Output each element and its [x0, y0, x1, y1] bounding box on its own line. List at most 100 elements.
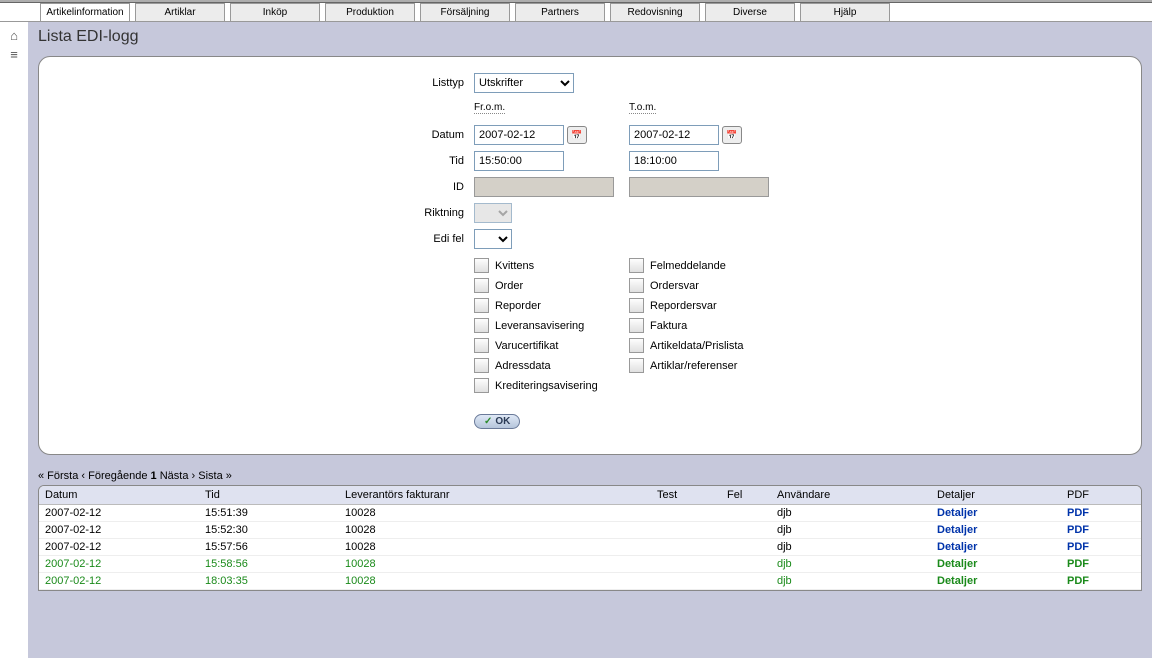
detaljer-link[interactable]: Detaljer	[931, 556, 1061, 573]
cell-fel	[721, 556, 771, 573]
cell-test	[651, 522, 721, 539]
cell-fel	[721, 522, 771, 539]
cell-fel	[721, 505, 771, 522]
pager: « Första ‹ Föregående 1 Nästa › Sista »	[38, 470, 1142, 482]
filter-panel: Listtyp Utskrifter Fr.o.m. T.o.m. Datum	[38, 56, 1142, 455]
th-faknr[interactable]: Leverantörs fakturanr	[339, 486, 651, 505]
menu-redovisning[interactable]: Redovisning	[610, 3, 700, 21]
cell-test	[651, 539, 721, 556]
cell-test	[651, 556, 721, 573]
table-row: 2007-02-1218:03:3510028 djbDetaljerPDF	[39, 573, 1141, 590]
cell-tid: 15:57:56	[199, 539, 339, 556]
chk-varucertifikat[interactable]	[474, 338, 489, 353]
results-table: Datum Tid Leverantörs fakturanr Test Fel…	[39, 486, 1141, 590]
pdf-link[interactable]: PDF	[1061, 573, 1141, 590]
cell-user: djb	[771, 522, 931, 539]
label-datum: Datum	[419, 129, 474, 141]
pdf-link[interactable]: PDF	[1061, 539, 1141, 556]
label-edifel: Edi fel	[419, 233, 474, 245]
list-icon[interactable]: ≡	[0, 47, 28, 62]
datum-tom-input[interactable]	[629, 125, 719, 145]
pager-next[interactable]: Nästa ›	[160, 470, 195, 482]
chk-kvittens[interactable]	[474, 258, 489, 273]
ok-button[interactable]: OK	[474, 414, 520, 429]
chk-leveransavisering[interactable]	[474, 318, 489, 333]
pdf-link[interactable]: PDF	[1061, 556, 1141, 573]
th-pdf[interactable]: PDF	[1061, 486, 1141, 505]
pager-prev[interactable]: ‹ Föregående	[81, 470, 147, 482]
chk-repordersvar[interactable]	[629, 298, 644, 313]
datum-from-input[interactable]	[474, 125, 564, 145]
cell-datum: 2007-02-12	[39, 522, 199, 539]
cell-tid: 15:51:39	[199, 505, 339, 522]
menu-forsaljning[interactable]: Försäljning	[420, 3, 510, 21]
cell-faknr: 10028	[339, 505, 651, 522]
chk-adressdata[interactable]	[474, 358, 489, 373]
detaljer-link[interactable]: Detaljer	[931, 573, 1061, 590]
table-row: 2007-02-1215:51:3910028djbDetaljerPDF	[39, 505, 1141, 522]
chk-artiklar-ref[interactable]	[629, 358, 644, 373]
cell-user: djb	[771, 539, 931, 556]
cell-faknr: 10028	[339, 539, 651, 556]
table-row: 2007-02-1215:52:3010028djbDetaljerPDF	[39, 522, 1141, 539]
chk-order[interactable]	[474, 278, 489, 293]
cell-fel	[721, 539, 771, 556]
cell-datum: 2007-02-12	[39, 556, 199, 573]
th-fel[interactable]: Fel	[721, 486, 771, 505]
label-riktning: Riktning	[419, 207, 474, 219]
pdf-link[interactable]: PDF	[1061, 522, 1141, 539]
tid-from-input[interactable]	[474, 151, 564, 171]
label-from: Fr.o.m.	[474, 102, 505, 114]
tid-tom-input[interactable]	[629, 151, 719, 171]
page-title: Lista EDI-logg	[38, 28, 1142, 46]
chk-ordersvar[interactable]	[629, 278, 644, 293]
cell-datum: 2007-02-12	[39, 539, 199, 556]
label-tom: T.o.m.	[629, 102, 656, 114]
th-datum[interactable]: Datum	[39, 486, 199, 505]
chk-felmeddelande[interactable]	[629, 258, 644, 273]
th-user[interactable]: Användare	[771, 486, 931, 505]
table-row: 2007-02-1215:57:5610028 djbDetaljerPDF	[39, 539, 1141, 556]
menu-artikelinformation[interactable]: Artikelinformation	[40, 3, 130, 21]
cell-faknr: 10028	[339, 556, 651, 573]
cell-tid: 18:03:35	[199, 573, 339, 590]
home-icon[interactable]: ⌂	[0, 28, 28, 43]
menu-hjalp[interactable]: Hjälp	[800, 3, 890, 21]
cell-faknr: 10028	[339, 573, 651, 590]
detaljer-link[interactable]: Detaljer	[931, 505, 1061, 522]
menu-artiklar[interactable]: Artiklar	[135, 3, 225, 21]
menu-partners[interactable]: Partners	[515, 3, 605, 21]
calendar-from-icon[interactable]: 📅	[567, 126, 587, 144]
table-row: 2007-02-1215:58:5610028 djbDetaljerPDF	[39, 556, 1141, 573]
label-id: ID	[419, 181, 474, 193]
chk-reporder[interactable]	[474, 298, 489, 313]
menu-produktion[interactable]: Produktion	[325, 3, 415, 21]
cell-user: djb	[771, 556, 931, 573]
th-test[interactable]: Test	[651, 486, 721, 505]
calendar-tom-icon[interactable]: 📅	[722, 126, 742, 144]
edifel-select[interactable]	[474, 229, 512, 249]
id-from-input[interactable]	[474, 177, 614, 197]
pager-last[interactable]: Sista »	[198, 470, 232, 482]
listtyp-select[interactable]: Utskrifter	[474, 73, 574, 93]
cell-datum: 2007-02-12	[39, 573, 199, 590]
label-tid: Tid	[419, 155, 474, 167]
pager-first[interactable]: « Första	[38, 470, 78, 482]
th-tid[interactable]: Tid	[199, 486, 339, 505]
detaljer-link[interactable]: Detaljer	[931, 539, 1061, 556]
pager-current: 1	[151, 470, 157, 482]
cell-tid: 15:58:56	[199, 556, 339, 573]
chk-faktura[interactable]	[629, 318, 644, 333]
chk-krediteringsavisering[interactable]	[474, 378, 489, 393]
riktning-select	[474, 203, 512, 223]
menu-inkop[interactable]: Inköp	[230, 3, 320, 21]
label-listtyp: Listtyp	[419, 77, 474, 89]
cell-fel	[721, 573, 771, 590]
pdf-link[interactable]: PDF	[1061, 505, 1141, 522]
menu-diverse[interactable]: Diverse	[705, 3, 795, 21]
chk-artikeldata[interactable]	[629, 338, 644, 353]
detaljer-link[interactable]: Detaljer	[931, 522, 1061, 539]
id-tom-input[interactable]	[629, 177, 769, 197]
cell-user: djb	[771, 573, 931, 590]
th-detaljer[interactable]: Detaljer	[931, 486, 1061, 505]
